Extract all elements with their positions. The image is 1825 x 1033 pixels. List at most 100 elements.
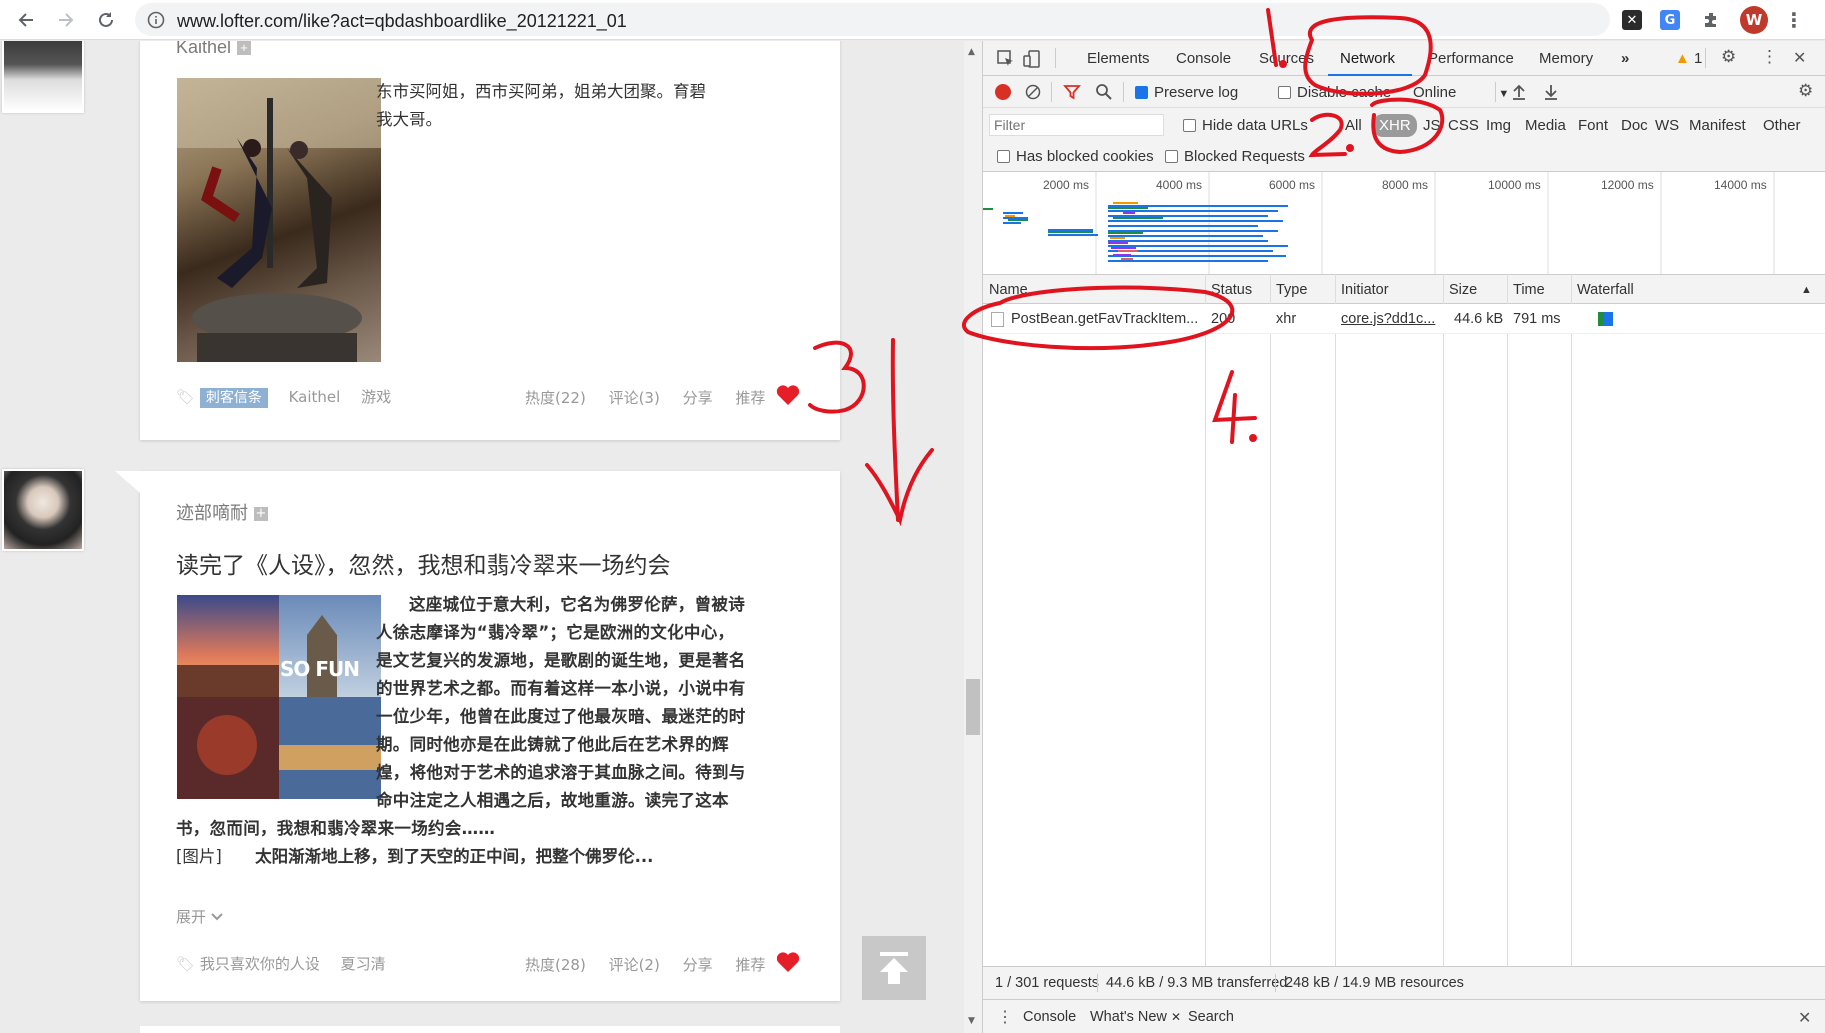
clear-icon[interactable] bbox=[1025, 84, 1041, 100]
col-status[interactable]: Status bbox=[1211, 282, 1252, 298]
post-author[interactable]: 迹部嘀耐 + bbox=[176, 499, 268, 525]
like-heart-icon[interactable] bbox=[776, 951, 800, 973]
col-time[interactable]: Time bbox=[1513, 282, 1545, 298]
tab-elements[interactable]: Elements bbox=[1087, 50, 1150, 67]
post-image[interactable] bbox=[177, 78, 381, 362]
filter-media[interactable]: Media bbox=[1525, 117, 1566, 134]
drawer-tab-console[interactable]: Console bbox=[1023, 1009, 1076, 1025]
tab-performance[interactable]: Performance bbox=[1428, 50, 1514, 67]
filter-img[interactable]: Img bbox=[1486, 117, 1511, 134]
record-button-icon[interactable] bbox=[995, 84, 1011, 100]
tag-link[interactable]: 我只喜欢你的人设 bbox=[200, 955, 320, 973]
drawer-tab-search[interactable]: Search bbox=[1188, 1009, 1234, 1025]
search-icon[interactable] bbox=[1095, 83, 1113, 101]
export-har-icon[interactable] bbox=[1543, 83, 1559, 101]
hot-count[interactable]: 热度(22) bbox=[525, 389, 586, 407]
col-initiator[interactable]: Initiator bbox=[1341, 282, 1389, 298]
network-overview[interactable]: 2000 ms 4000 ms 6000 ms 8000 ms 10000 ms… bbox=[983, 172, 1825, 274]
hot-count[interactable]: 热度(28) bbox=[525, 956, 586, 974]
settings-gear-icon[interactable]: ⚙ bbox=[1721, 47, 1736, 67]
recommend-link[interactable]: 推荐 bbox=[735, 389, 765, 407]
scrollbar-thumb[interactable] bbox=[966, 679, 980, 735]
expand-link[interactable]: 展开 bbox=[176, 906, 224, 927]
browser-menu-icon[interactable]: ⋮ bbox=[1782, 8, 1806, 32]
sort-up-icon[interactable]: ▲ bbox=[1801, 284, 1812, 296]
share-link[interactable]: 分享 bbox=[683, 956, 713, 974]
col-type[interactable]: Type bbox=[1276, 282, 1307, 298]
close-tab-icon[interactable]: ✕ bbox=[1171, 1010, 1181, 1024]
address-bar[interactable]: www.lofter.com/like?act=qbdashboardlike_… bbox=[135, 3, 1610, 36]
warnings-badge[interactable]: ▲ 1 bbox=[1675, 50, 1702, 67]
tab-sources[interactable]: Sources bbox=[1259, 50, 1314, 67]
translate-extension-icon[interactable]: G bbox=[1660, 10, 1680, 30]
close-devtools-icon[interactable]: ✕ bbox=[1793, 48, 1806, 68]
checkbox[interactable] bbox=[1183, 119, 1196, 132]
post-author[interactable]: Kaithel + bbox=[176, 41, 252, 58]
url-text[interactable]: www.lofter.com/like?act=qbdashboardlike_… bbox=[177, 11, 627, 32]
checkbox[interactable] bbox=[1165, 150, 1178, 163]
import-har-icon[interactable] bbox=[1511, 83, 1527, 101]
tag-link[interactable]: Kaithel bbox=[289, 388, 341, 406]
back-to-top-button[interactable] bbox=[862, 936, 926, 1000]
tab-console[interactable]: Console bbox=[1176, 50, 1231, 67]
table-row[interactable]: PostBean.getFavTrackItem... 200 xhr core… bbox=[983, 304, 1825, 334]
request-name[interactable]: PostBean.getFavTrackItem... bbox=[1011, 311, 1198, 327]
avatar[interactable] bbox=[2, 41, 84, 113]
checkbox[interactable] bbox=[1278, 86, 1291, 99]
filter-ws[interactable]: WS bbox=[1655, 117, 1679, 134]
disable-cache-checkbox[interactable]: Disable cache bbox=[1278, 84, 1391, 101]
filter-font[interactable]: Font bbox=[1578, 117, 1608, 134]
post-title[interactable]: 读完了《人设》，忽然，我想和翡冷翠来一场约会 bbox=[176, 546, 671, 580]
follow-plus-icon[interactable]: + bbox=[237, 41, 252, 56]
col-size[interactable]: Size bbox=[1449, 282, 1477, 298]
checkbox-checked[interactable] bbox=[1135, 86, 1148, 99]
network-settings-gear-icon[interactable]: ⚙ bbox=[1798, 81, 1813, 101]
tab-memory[interactable]: Memory bbox=[1539, 50, 1593, 67]
filter-doc[interactable]: Doc bbox=[1621, 117, 1648, 134]
checkbox[interactable] bbox=[997, 150, 1010, 163]
tab-network[interactable]: Network bbox=[1340, 50, 1395, 67]
filter-all[interactable]: All bbox=[1345, 117, 1362, 134]
page-scrollbar[interactable]: ▲ ▼ bbox=[964, 41, 982, 1033]
follow-plus-icon[interactable]: + bbox=[254, 507, 268, 521]
close-drawer-icon[interactable]: ✕ bbox=[1798, 1008, 1811, 1028]
profile-avatar[interactable]: W bbox=[1740, 6, 1768, 34]
filter-xhr[interactable]: XHR bbox=[1373, 114, 1417, 137]
col-name[interactable]: Name bbox=[989, 282, 1028, 298]
info-icon[interactable] bbox=[147, 11, 165, 29]
drawer-menu-icon[interactable]: ⋮ bbox=[997, 1007, 1013, 1027]
scroll-up-icon[interactable]: ▲ bbox=[968, 47, 975, 57]
avatar[interactable] bbox=[2, 469, 84, 551]
extensions-puzzle-icon[interactable] bbox=[1700, 8, 1724, 32]
more-tabs-icon[interactable]: » bbox=[1621, 50, 1629, 67]
scroll-down-icon[interactable]: ▼ bbox=[968, 1016, 975, 1026]
devtools-menu-icon[interactable]: ⋮ bbox=[1761, 47, 1778, 67]
like-heart-icon[interactable] bbox=[776, 384, 800, 406]
filter-input[interactable] bbox=[989, 114, 1164, 136]
hide-data-urls-checkbox[interactable]: Hide data URLs bbox=[1183, 117, 1308, 134]
recommend-link[interactable]: 推荐 bbox=[735, 956, 765, 974]
share-link[interactable]: 分享 bbox=[683, 389, 713, 407]
tag-link[interactable]: 夏习清 bbox=[341, 955, 386, 973]
tag-chip[interactable]: 刺客信条 bbox=[199, 388, 268, 408]
device-toolbar-icon[interactable] bbox=[1023, 49, 1043, 69]
comment-link[interactable]: 评论(3) bbox=[609, 389, 660, 407]
request-initiator-link[interactable]: core.js?dd1c... bbox=[1341, 311, 1435, 327]
col-waterfall[interactable]: Waterfall bbox=[1577, 282, 1634, 298]
filter-manifest[interactable]: Manifest bbox=[1689, 117, 1746, 134]
reload-button[interactable] bbox=[92, 6, 120, 34]
filter-js[interactable]: JS bbox=[1423, 117, 1441, 134]
post-image[interactable]: SO FUN bbox=[177, 595, 381, 799]
filter-other[interactable]: Other bbox=[1763, 117, 1801, 134]
extension-x-icon[interactable]: ✕ bbox=[1622, 10, 1642, 30]
drawer-tab-whats-new[interactable]: What's New ✕ bbox=[1090, 1009, 1181, 1025]
has-blocked-cookies-checkbox[interactable]: Has blocked cookies bbox=[997, 148, 1154, 165]
blocked-requests-checkbox[interactable]: Blocked Requests bbox=[1165, 148, 1305, 165]
inspect-element-icon[interactable] bbox=[997, 50, 1015, 68]
comment-link[interactable]: 评论(2) bbox=[609, 956, 660, 974]
forward-button[interactable] bbox=[52, 6, 80, 34]
filter-css[interactable]: CSS bbox=[1448, 117, 1479, 134]
preserve-log-checkbox[interactable]: Preserve log bbox=[1135, 84, 1238, 101]
filter-funnel-icon[interactable] bbox=[1063, 83, 1081, 101]
tag-link[interactable]: 游戏 bbox=[361, 388, 391, 406]
